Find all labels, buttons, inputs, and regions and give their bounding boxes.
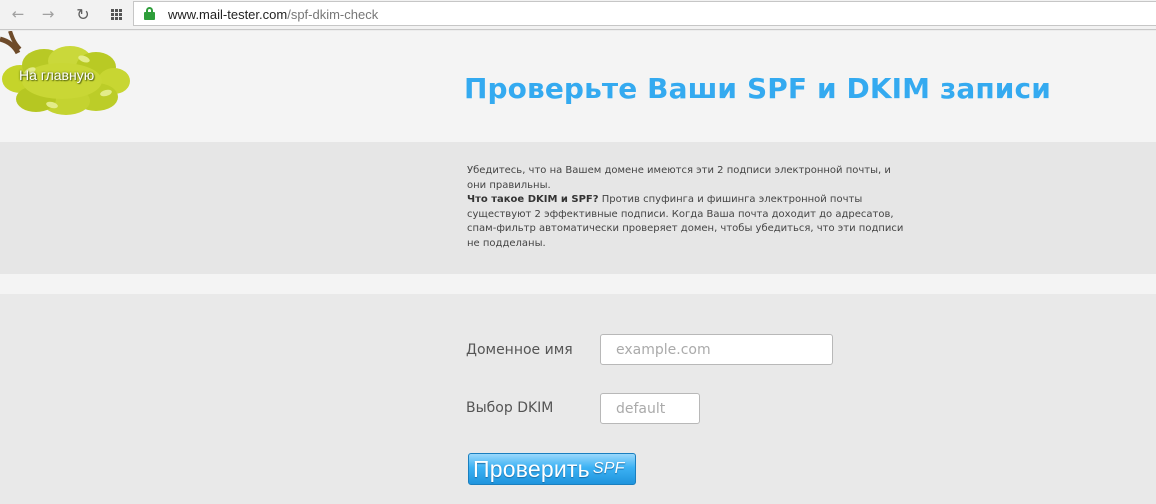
home-link[interactable]: На главную xyxy=(19,67,94,83)
domain-label: Доменное имя xyxy=(466,342,573,358)
check-button-suffix: SPF xyxy=(592,460,625,477)
url-path: /spf-dkim-check xyxy=(287,7,379,22)
page-title: Проверьте Ваши SPF и DKIM записи xyxy=(464,72,1051,105)
dkim-selector-input[interactable] xyxy=(600,393,700,424)
domain-input[interactable] xyxy=(600,334,833,365)
back-arrow-icon[interactable]: ← xyxy=(8,5,28,23)
info-section: Убедитесь, что на Вашем домене имеются э… xyxy=(0,142,1156,274)
check-form: Доменное имя Выбор DKIM ПроверитьSPF xyxy=(0,294,1156,504)
apps-grid-icon[interactable] xyxy=(106,5,126,23)
page-header: На главную Проверьте Ваши SPF и DKIM зап… xyxy=(0,31,1156,142)
browser-toolbar: ← → ↻ www.mail-tester.com/spf-dkim-check xyxy=(0,0,1156,30)
check-button-label: Проверить xyxy=(473,455,590,482)
url-text[interactable]: www.mail-tester.com/spf-dkim-check xyxy=(168,7,378,22)
info-text: Убедитесь, что на Вашем домене имеются э… xyxy=(467,164,907,252)
lock-icon xyxy=(144,7,155,20)
forward-arrow-icon[interactable]: → xyxy=(38,5,58,23)
check-spf-button[interactable]: Проверить SPF xyxy=(468,453,636,485)
section-divider xyxy=(0,274,1156,294)
address-bar[interactable]: www.mail-tester.com/spf-dkim-check xyxy=(133,1,1156,26)
dkim-selector-label: Выбор DKIM xyxy=(466,400,554,416)
info-question: Что такое DKIM и SPF? xyxy=(467,194,599,206)
info-intro: Убедитесь, что на Вашем домене имеются э… xyxy=(467,165,891,191)
url-host: www.mail-tester.com xyxy=(168,7,288,22)
reload-icon[interactable]: ↻ xyxy=(73,5,93,24)
